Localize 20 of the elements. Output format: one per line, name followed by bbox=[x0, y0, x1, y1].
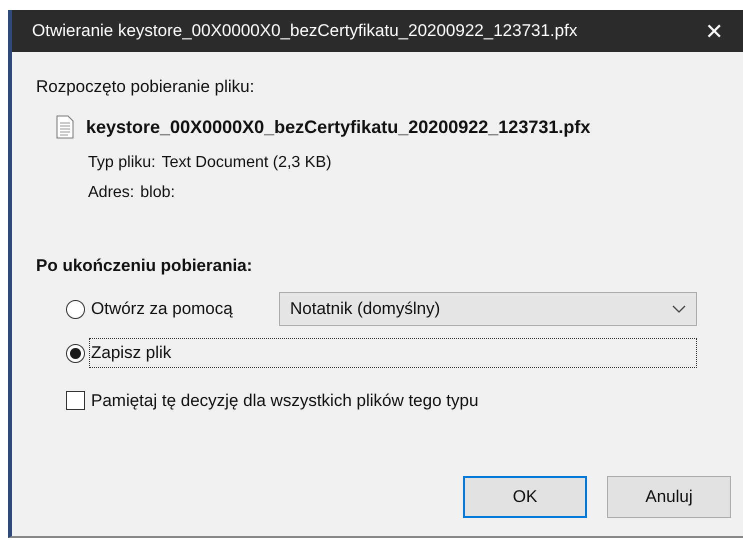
close-button[interactable]: ✕ bbox=[697, 14, 731, 48]
window-title: Otwieranie keystore_00X0000X0_bezCertyfikatu_20200922_123731.pfx bbox=[32, 20, 578, 42]
chevron-down-icon bbox=[672, 305, 686, 313]
option-label[interactable]: Otwórz za pomocą bbox=[89, 295, 275, 323]
file-name: keystore_00X0000X0_bezCertyfikatu_20200922_123731.pfx bbox=[86, 116, 590, 139]
dialog-button[interactable]: OK bbox=[463, 476, 587, 518]
checkbox-label[interactable]: Pamiętaj tę decyzję dla wszystkich plików tego typu bbox=[91, 388, 478, 414]
document-icon bbox=[56, 115, 74, 139]
intro-text: Rozpoczęto pobieranie pliku: bbox=[36, 76, 254, 98]
detail-label: Typ pliku: bbox=[88, 152, 156, 172]
detail-label: Adres: bbox=[88, 182, 134, 202]
option-label[interactable]: Zapisz plik bbox=[89, 338, 697, 368]
radio-button[interactable] bbox=[66, 344, 85, 362]
dialog-button[interactable]: Anuluj bbox=[607, 476, 731, 518]
section-heading: Po ukończeniu pobierania: bbox=[36, 254, 252, 276]
checkbox[interactable] bbox=[66, 391, 85, 410]
detail-value: blob: bbox=[140, 182, 175, 202]
app-dropdown[interactable]: Notatnik (domyślny) bbox=[279, 292, 697, 326]
detail-value: Text Document (2,3 KB) bbox=[162, 152, 332, 172]
radio-button[interactable] bbox=[66, 300, 85, 318]
